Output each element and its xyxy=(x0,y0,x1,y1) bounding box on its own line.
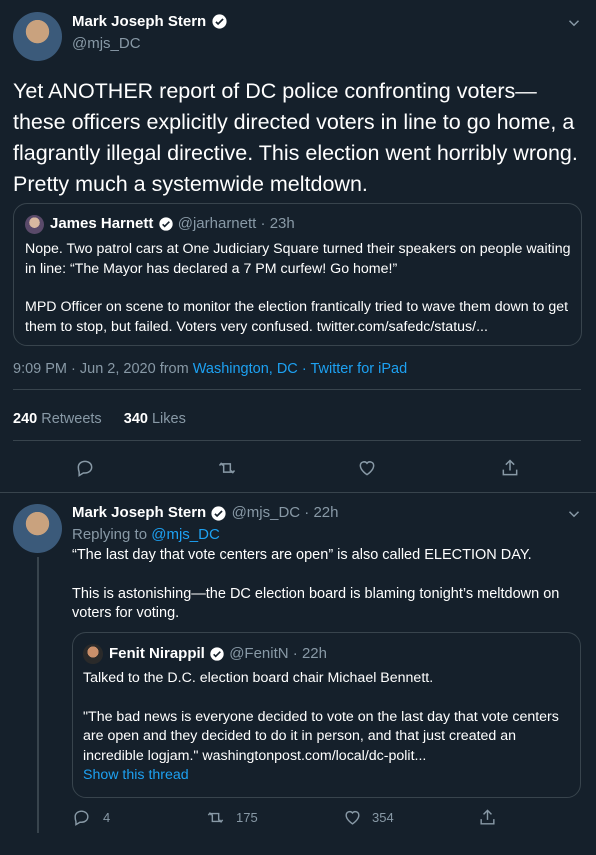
divider xyxy=(13,440,581,441)
verified-badge-icon xyxy=(211,505,226,521)
divider xyxy=(0,492,596,493)
retweet-button[interactable]: 175 xyxy=(205,808,258,827)
like-button[interactable] xyxy=(357,458,377,478)
retweets-label: Retweets xyxy=(41,411,102,427)
reply-icon xyxy=(77,460,93,477)
tweet-location[interactable]: Washington, DC xyxy=(193,361,298,377)
reply-icon xyxy=(74,810,89,826)
likes-link[interactable]: 340 Likes xyxy=(124,411,186,427)
share-button[interactable] xyxy=(500,458,520,478)
divider xyxy=(13,389,581,390)
author-name-row: Mark Joseph Stern xyxy=(72,13,228,33)
quoted-handle: @FenitN xyxy=(229,645,289,662)
show-thread-link[interactable]: Show this thread xyxy=(83,766,573,786)
quoted-avatar xyxy=(83,644,103,664)
quoted-tweet[interactable]: Fenit Nirappil @FenitN · 22h Talked to t… xyxy=(72,632,581,798)
author-avatar[interactable] xyxy=(13,12,62,61)
reply-count: 4 xyxy=(103,810,111,825)
quoted-avatar xyxy=(25,215,44,234)
quoted-time: 23h xyxy=(269,215,295,232)
likes-count: 340 xyxy=(123,411,148,427)
chevron-down-icon[interactable] xyxy=(565,14,583,32)
engagement-stats: 240 Retweets 340 Likes xyxy=(13,411,186,427)
likes-label: Likes xyxy=(151,411,186,427)
retweet-icon xyxy=(207,812,224,823)
retweets-count: 240 xyxy=(13,411,38,427)
meta-separator: · xyxy=(301,361,307,377)
reply-button[interactable]: 4 xyxy=(72,808,110,827)
author-avatar[interactable] xyxy=(13,504,62,553)
author-handle[interactable]: @mjs_DC xyxy=(232,504,301,521)
replying-to-handle[interactable]: @mjs_DC xyxy=(151,526,220,543)
tweet-timestamp[interactable]: 9:09 PM · Jun 2, 2020 from xyxy=(13,361,189,377)
retweet-count: 175 xyxy=(236,810,258,825)
tweet-time[interactable]: 22h xyxy=(313,504,338,521)
quoted-author-name: James Harnett xyxy=(50,215,154,232)
share-icon xyxy=(502,459,518,476)
author-name[interactable]: Mark Joseph Stern xyxy=(72,504,206,521)
like-count: 354 xyxy=(372,810,394,825)
share-icon xyxy=(480,809,495,825)
verified-badge-icon xyxy=(158,217,173,231)
quoted-text-para1: Talked to the D.C. election board chair … xyxy=(83,670,434,686)
share-button[interactable] xyxy=(478,808,497,832)
tweet-client[interactable]: Twitter for iPad xyxy=(310,361,407,377)
author-name[interactable]: Mark Joseph Stern xyxy=(72,13,206,30)
tweet-meta: 9:09 PM · Jun 2, 2020 from Washington, D… xyxy=(13,361,407,377)
quoted-author-name: Fenit Nirappil xyxy=(109,645,205,662)
reply-button[interactable] xyxy=(75,458,95,478)
replying-to: Replying to @mjs_DC xyxy=(72,526,220,543)
replying-to-label: Replying to xyxy=(72,526,148,543)
tweet-text: Yet ANOTHER report of DC police confront… xyxy=(13,79,578,196)
tweet-text-para1: “The last day that vote centers are open… xyxy=(72,547,532,563)
like-button[interactable]: 354 xyxy=(343,808,394,827)
retweet-button[interactable] xyxy=(216,458,238,478)
quoted-text-para1: Nope. Two patrol cars at One Judiciary S… xyxy=(25,241,571,277)
quoted-handle: @jarharnett xyxy=(177,215,257,232)
thread-line xyxy=(37,557,39,833)
verified-badge-icon xyxy=(210,647,224,661)
retweets-link[interactable]: 240 Retweets xyxy=(13,411,106,427)
quoted-tweet[interactable]: James Harnett @jarharnett · 23h Nope. Tw… xyxy=(13,203,582,346)
chevron-down-icon[interactable] xyxy=(565,505,583,523)
author-handle[interactable]: @mjs_DC xyxy=(72,35,141,52)
tweet-text-para2: This is astonishing—the DC election boar… xyxy=(72,585,560,622)
heart-icon xyxy=(345,810,360,825)
retweet-icon xyxy=(218,462,236,474)
quoted-time: 22h xyxy=(301,645,327,662)
heart-icon xyxy=(359,461,375,476)
quoted-text-para2: MPD Officer on scene to monitor the elec… xyxy=(25,299,569,335)
verified-badge-icon xyxy=(212,14,227,29)
quoted-text-para2: "The bad news is everyone decided to vot… xyxy=(83,708,559,764)
tweet2-header: Mark Joseph Stern @mjs_DC · 22h xyxy=(72,504,339,521)
